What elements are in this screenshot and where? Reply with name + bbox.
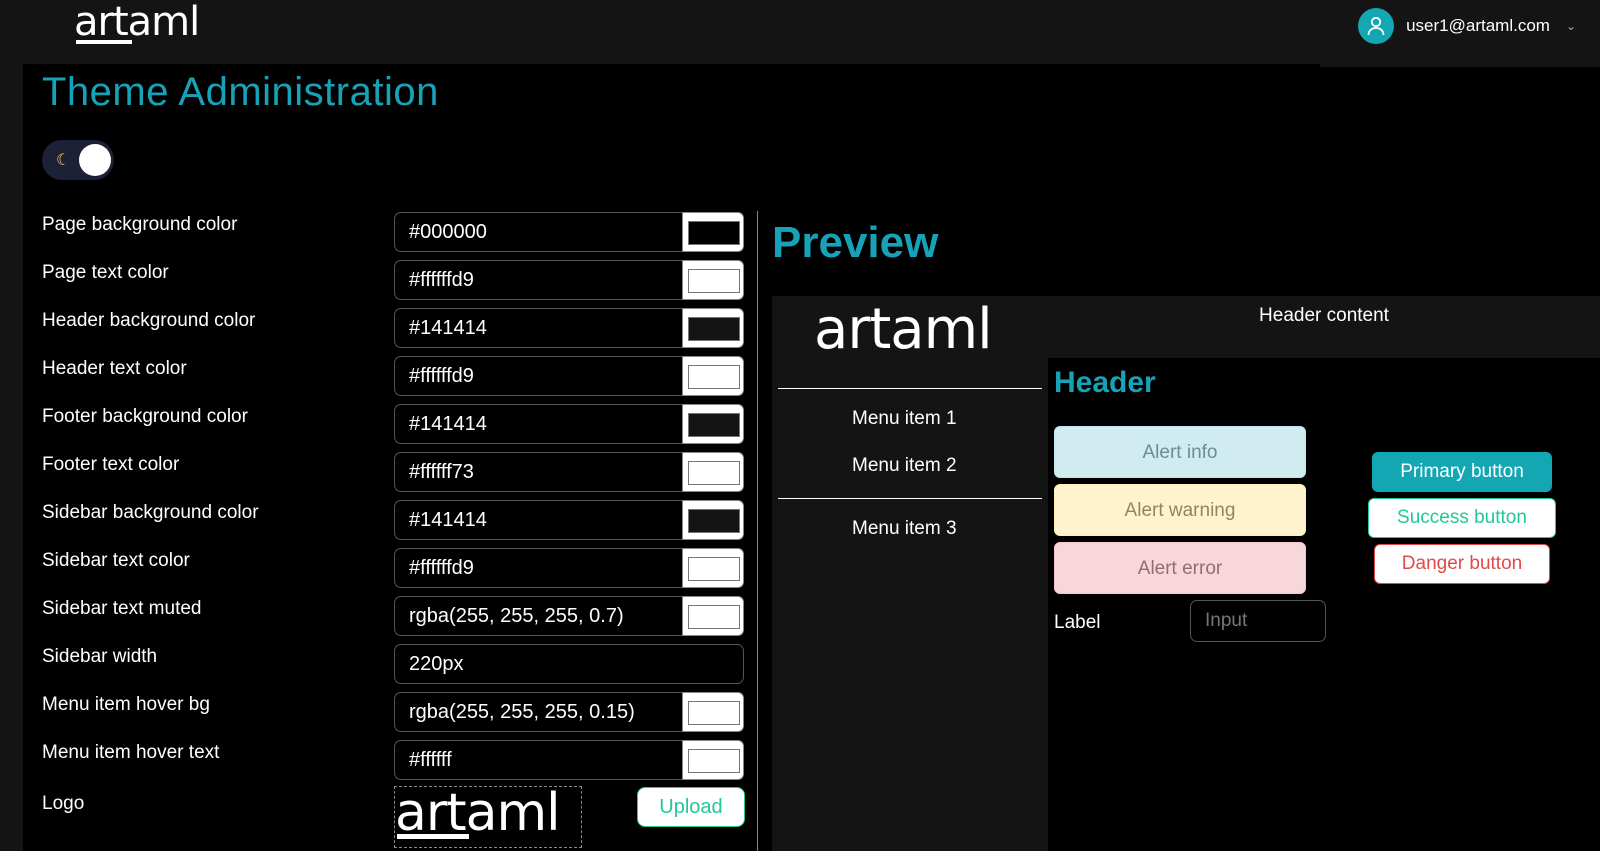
user-icon [1367, 16, 1385, 36]
field-label: Page text color [42, 262, 169, 283]
field-input[interactable]: #ffffffd9 [394, 356, 684, 396]
preview-menu-item-1[interactable]: Menu item 1 [852, 408, 957, 430]
logo-preview[interactable]: artaml [394, 786, 582, 848]
chevron-down-icon[interactable]: ⌄ [1566, 19, 1576, 33]
logo-label: Logo [42, 793, 85, 814]
preview-menu-item-2[interactable]: Menu item 2 [852, 455, 957, 477]
color-swatch[interactable] [682, 260, 744, 300]
field-label: Sidebar text color [42, 550, 190, 571]
brand-logo[interactable]: artaml [74, 0, 200, 45]
left-sidebar-strip [0, 64, 23, 851]
field-input[interactable]: rgba(255, 255, 255, 0.15) [394, 692, 684, 732]
color-swatch[interactable] [682, 356, 744, 396]
field-label: Page background color [42, 214, 238, 235]
color-swatch-fill [688, 749, 740, 773]
alert-warning: Alert warning [1054, 484, 1306, 536]
color-swatch[interactable] [682, 212, 744, 252]
avatar[interactable] [1358, 8, 1395, 44]
sidebar-divider [778, 388, 1042, 389]
upload-button[interactable]: Upload [637, 787, 745, 827]
field-label: Sidebar width [42, 646, 158, 667]
color-swatch-fill [688, 365, 740, 389]
preview-menu-item-3[interactable]: Menu item 3 [852, 518, 957, 540]
preview-logo-text: artaml [814, 297, 993, 362]
color-swatch[interactable] [682, 308, 744, 348]
field-input[interactable]: #141414 [394, 500, 684, 540]
color-swatch[interactable] [682, 500, 744, 540]
color-swatch[interactable] [682, 404, 744, 444]
toggle-knob [79, 144, 111, 176]
preview-input[interactable]: Input [1190, 600, 1326, 642]
field-label: Footer text color [42, 454, 180, 475]
top-navbar: artaml user1@artaml.com ⌄ [0, 0, 1600, 64]
color-swatch-fill [688, 557, 740, 581]
page-title: Theme Administration [42, 70, 439, 114]
field-label: Footer background color [42, 406, 248, 427]
color-swatch-fill [688, 701, 740, 725]
user-email[interactable]: user1@artaml.com [1406, 16, 1550, 36]
color-swatch-fill [688, 605, 740, 629]
primary-button[interactable]: Primary button [1372, 452, 1552, 492]
preview-sidebar: Menu item 1 Menu item 2 Menu item 3 [772, 358, 1048, 851]
field-input[interactable]: #141414 [394, 308, 684, 348]
field-label: Header text color [42, 358, 187, 379]
brand-logo-text: artaml [74, 0, 200, 45]
dark-mode-toggle[interactable]: ☾ [42, 140, 114, 180]
field-input[interactable]: #ffffffd9 [394, 548, 684, 588]
vertical-divider [757, 211, 758, 851]
color-swatch[interactable] [682, 452, 744, 492]
color-swatch-fill [688, 461, 740, 485]
field-label: Menu item hover bg [42, 694, 210, 715]
field-input[interactable]: rgba(255, 255, 255, 0.7) [394, 596, 684, 636]
color-swatch-fill [688, 509, 740, 533]
preview-label: Label [1054, 612, 1101, 633]
user-menu[interactable]: user1@artaml.com ⌄ [1358, 8, 1576, 44]
color-swatch-fill [688, 317, 740, 341]
field-input[interactable]: #ffffffd9 [394, 260, 684, 300]
success-button[interactable]: Success button [1368, 498, 1556, 538]
color-swatch[interactable] [682, 596, 744, 636]
danger-button[interactable]: Danger button [1374, 544, 1550, 584]
preview-panel: artaml Header content Menu item 1 Menu i… [772, 296, 1600, 851]
preview-heading: Header [1054, 366, 1156, 399]
sidebar-divider [778, 498, 1042, 499]
field-label: Sidebar text muted [42, 598, 202, 619]
preview-header-content: Header content [1048, 296, 1600, 358]
field-label: Header background color [42, 310, 256, 331]
alert-info: Alert info [1054, 426, 1306, 478]
field-input[interactable]: 220px [394, 644, 744, 684]
color-swatch-fill [688, 413, 740, 437]
field-label: Menu item hover text [42, 742, 220, 763]
alert-error: Alert error [1054, 542, 1306, 594]
field-label: Sidebar background color [42, 502, 259, 523]
field-input[interactable]: #000000 [394, 212, 684, 252]
logo-underline [397, 834, 469, 839]
color-swatch-fill [688, 269, 740, 293]
moon-icon: ☾ [56, 150, 71, 169]
field-input[interactable]: #ffffff [394, 740, 684, 780]
preview-title: Preview [772, 218, 939, 267]
preview-header-logo-area: artaml [772, 296, 1048, 366]
field-input[interactable]: #141414 [394, 404, 684, 444]
color-swatch[interactable] [682, 740, 744, 780]
preview-content: Header Alert info Alert warning Alert er… [1048, 358, 1600, 851]
logo-image: artaml [395, 787, 561, 841]
field-input[interactable]: #ffffff73 [394, 452, 684, 492]
color-swatch[interactable] [682, 548, 744, 588]
logo-underline [76, 40, 132, 44]
user-menu-strip [1320, 64, 1600, 67]
color-swatch[interactable] [682, 692, 744, 732]
preview-logo: artaml [814, 297, 993, 366]
color-swatch-fill [688, 221, 740, 245]
